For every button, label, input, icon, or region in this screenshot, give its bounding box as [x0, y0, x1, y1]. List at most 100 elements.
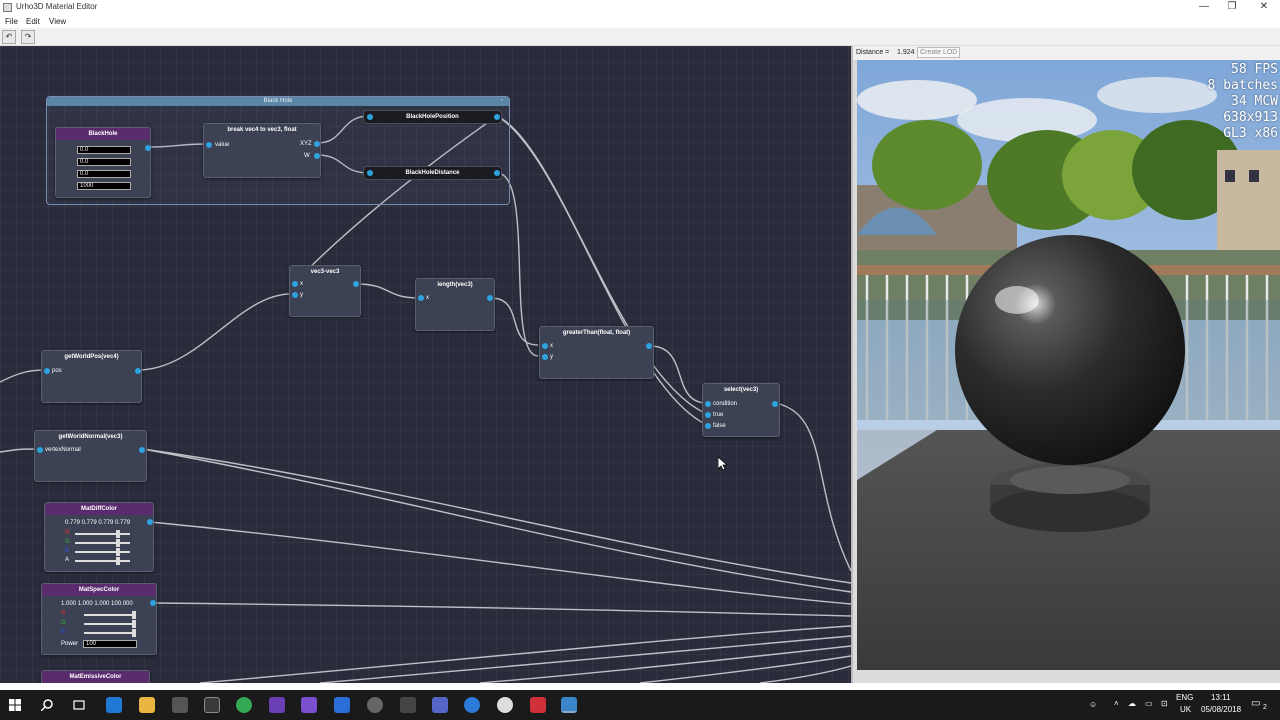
undo-button[interactable]: ↶ — [2, 30, 16, 44]
slider-b[interactable] — [75, 551, 130, 553]
slider-g[interactable] — [84, 623, 136, 625]
input-pin-pos[interactable] — [44, 368, 50, 374]
slider-r[interactable] — [84, 614, 136, 616]
input-pin-condition[interactable] — [705, 401, 711, 407]
output-pin[interactable] — [135, 368, 141, 374]
unity-icon[interactable] — [400, 697, 416, 713]
output-pin[interactable] — [150, 600, 156, 606]
output-pin[interactable] — [487, 295, 493, 301]
settings-icon[interactable] — [367, 697, 383, 713]
slider-a[interactable] — [75, 560, 130, 562]
chrome-icon[interactable] — [236, 697, 252, 713]
visual-studio-2-icon[interactable] — [301, 697, 317, 713]
slider-handle[interactable] — [116, 548, 120, 556]
node-vec3-vec3[interactable]: vec3-vec3 x y — [289, 265, 361, 317]
discord-icon[interactable] — [432, 697, 448, 713]
battery-icon[interactable]: ▭ — [1145, 699, 1153, 708]
node-mat-emissive-color[interactable]: MatEmissiveColor — [41, 670, 150, 683]
slider-handle[interactable] — [132, 620, 136, 628]
menu-file[interactable]: File — [5, 17, 18, 26]
input-pin-y[interactable] — [292, 292, 298, 298]
input-pin-true[interactable] — [705, 412, 711, 418]
node-select-vec3[interactable]: select(vec3) condition true false — [702, 383, 780, 437]
slider-r[interactable] — [75, 533, 130, 535]
input-pin-false[interactable] — [705, 423, 711, 429]
group-collapse-button[interactable]: - — [501, 97, 503, 104]
stat-renderer: GL3 x86 — [1223, 126, 1278, 141]
node-var-blackhole-distance[interactable]: BlackHoleDistance — [363, 166, 502, 180]
close-button[interactable]: ✕ — [1248, 0, 1280, 15]
preview-scene[interactable]: 58 FPS 8 batches 34 MCW 638x913 GL3 x86 — [857, 60, 1280, 670]
network-icon[interactable]: ⊡ — [1161, 699, 1168, 708]
output-pin[interactable] — [494, 114, 500, 120]
notifications-icon[interactable]: ▭ — [1251, 698, 1260, 709]
input-pin-x[interactable] — [542, 343, 548, 349]
input-pin-x[interactable] — [418, 295, 424, 301]
steam-icon[interactable] — [497, 697, 513, 713]
slider-g[interactable] — [75, 542, 130, 544]
value-field[interactable]: 0.0 — [77, 146, 131, 154]
clock-date[interactable]: 05/08/2018 — [1201, 705, 1241, 714]
output-pin[interactable] — [147, 519, 153, 525]
app-icon-red[interactable] — [530, 697, 546, 713]
urho3d-editor-taskbar-icon[interactable] — [561, 697, 577, 713]
power-field[interactable]: 100 — [83, 640, 137, 648]
language-indicator[interactable]: ENG — [1176, 693, 1193, 702]
clock-time[interactable]: 13:11 — [1211, 693, 1230, 702]
create-lod-button[interactable]: Create LOD — [917, 47, 961, 58]
node-graph-canvas[interactable]: Black Hole - BlackHole 0.0 0.0 0.0 1000 … — [0, 46, 851, 683]
slider-handle[interactable] — [132, 629, 136, 637]
value-field[interactable]: 0.0 — [77, 170, 131, 178]
node-length-vec3[interactable]: length(vec3) x — [415, 278, 495, 331]
input-pin-value[interactable] — [206, 142, 212, 148]
node-var-blackhole-position[interactable]: BlackHolePosition — [363, 110, 502, 124]
output-pin[interactable] — [494, 170, 500, 176]
input-pin[interactable] — [367, 114, 373, 120]
window-title: Urho3D Material Editor — [16, 2, 98, 11]
output-pin[interactable] — [145, 145, 151, 151]
chevron-up-icon[interactable]: ˄ — [1114, 699, 1119, 708]
input-pin-y[interactable] — [542, 354, 548, 360]
slider-b[interactable] — [84, 632, 136, 634]
output-pin[interactable] — [353, 281, 359, 287]
app-icon-blue[interactable] — [334, 697, 350, 713]
output-pin-xyz[interactable] — [314, 141, 320, 147]
node-get-world-normal[interactable]: getWorldNormal(vec3) vertexNormal — [34, 430, 147, 482]
preview-viewport[interactable]: Distance = 1.924 Create LOD 58 FPS 8 bat… — [851, 46, 1280, 683]
value-field[interactable]: 0.0 — [77, 158, 131, 166]
maps-icon[interactable] — [464, 697, 480, 713]
input-pin[interactable] — [367, 170, 373, 176]
redo-button[interactable]: ↷ — [21, 30, 35, 44]
visual-studio-icon[interactable] — [269, 697, 285, 713]
node-mat-diff-color[interactable]: MatDiffColor 0.779 0.779 0.779 0.779 R G… — [44, 502, 154, 572]
node-greater-than[interactable]: greaterThan(float, float) x y — [539, 326, 654, 379]
output-pin[interactable] — [646, 343, 652, 349]
language-region[interactable]: UK — [1180, 705, 1191, 714]
slider-handle[interactable] — [116, 557, 120, 565]
file-explorer-icon[interactable] — [139, 697, 155, 713]
edge-browser-icon[interactable] — [106, 697, 122, 713]
maximize-button[interactable]: ❐ — [1216, 0, 1248, 15]
node-mat-spec-color[interactable]: MatSpecColor 1.000 1.000 1.000 100.000 R… — [41, 583, 157, 655]
windows-start-icon[interactable] — [9, 699, 21, 711]
node-break-vec4[interactable]: break vec4 to vec3, float value XYZ W — [203, 123, 321, 178]
task-view-icon[interactable] — [73, 699, 85, 711]
store-icon[interactable] — [172, 697, 188, 713]
value-field[interactable]: 1000 — [77, 182, 131, 190]
input-pin-x[interactable] — [292, 281, 298, 287]
slider-handle[interactable] — [132, 611, 136, 619]
output-pin[interactable] — [139, 447, 145, 453]
search-icon[interactable] — [41, 699, 53, 711]
cloud-icon[interactable]: ☁ — [1128, 699, 1136, 708]
slider-handle[interactable] — [116, 530, 120, 538]
node-get-world-pos[interactable]: getWorldPos(vec4) pos — [41, 350, 142, 403]
input-pin-vertex-normal[interactable] — [37, 447, 43, 453]
menu-view[interactable]: View — [49, 17, 66, 26]
people-icon[interactable]: ☺ — [1089, 700, 1097, 709]
slider-handle[interactable] — [116, 539, 120, 547]
output-pin[interactable] — [772, 401, 778, 407]
mail-icon[interactable] — [204, 697, 220, 713]
node-blackhole[interactable]: BlackHole 0.0 0.0 0.0 1000 — [55, 127, 151, 198]
output-pin-w[interactable] — [314, 153, 320, 159]
menu-edit[interactable]: Edit — [26, 17, 40, 26]
